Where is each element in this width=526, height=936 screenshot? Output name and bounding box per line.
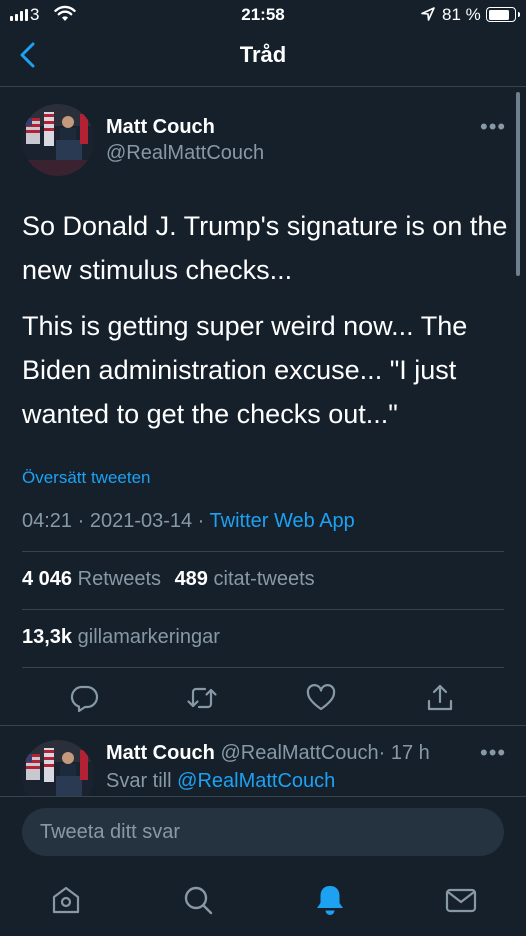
search-icon[interactable]: [180, 882, 216, 918]
more-options-icon[interactable]: •••: [480, 116, 506, 138]
tweet-timestamp: 04:21 · 2021-03-14 ·: [22, 510, 205, 532]
bell-icon[interactable]: [312, 882, 348, 918]
reply-author-handle[interactable]: @RealMattCouch: [220, 742, 378, 764]
page-title: Tråd: [239, 42, 287, 67]
avatar[interactable]: [22, 104, 94, 176]
scrollbar[interactable]: [516, 92, 520, 276]
quotes-count[interactable]: 489: [175, 568, 208, 590]
likes-count: 13,3k: [22, 626, 73, 648]
replying-to: Svar till @RealMattCouch: [106, 770, 335, 793]
reply-header: Matt Couch @RealMattCouch· 17 h: [106, 742, 430, 765]
author-name[interactable]: Matt Couch: [106, 116, 215, 139]
replying-to-handle[interactable]: @RealMattCouch: [177, 770, 335, 792]
tweet-source-link[interactable]: Twitter Web App: [210, 510, 355, 532]
location-arrow-icon: [420, 6, 436, 27]
retweets-count[interactable]: 4 046: [22, 568, 72, 590]
nav-divider: [0, 86, 526, 87]
retweets-label[interactable]: Retweets: [78, 568, 161, 590]
reply-input[interactable]: Tweeta ditt svar: [22, 808, 504, 856]
divider: [22, 551, 504, 552]
divider: [22, 609, 504, 610]
likes-stats[interactable]: 13,3k gillamarkeringar: [22, 626, 220, 649]
reply-icon[interactable]: [68, 682, 100, 714]
reply-age: · 17 h: [378, 742, 430, 764]
engagement-stats: 4 046 Retweets 489 citat-tweets: [22, 568, 315, 591]
likes-label: gillamarkeringar: [77, 626, 220, 648]
divider: [22, 667, 504, 668]
envelope-icon[interactable]: [443, 882, 479, 918]
replying-to-prefix: Svar till: [106, 770, 172, 792]
tweet-meta: 04:21 · 2021-03-14 · Twitter Web App: [22, 510, 355, 533]
status-bar: 3 21:58 81 %: [0, 0, 526, 30]
more-options-icon[interactable]: •••: [480, 742, 506, 764]
tweet-paragraph: This is getting super weird now... The B…: [22, 311, 468, 429]
translate-link[interactable]: Översätt tweeten: [22, 468, 151, 488]
reply-author-name[interactable]: Matt Couch: [106, 742, 215, 764]
battery-icon: [486, 7, 520, 22]
share-icon[interactable]: [424, 682, 456, 714]
retweet-icon[interactable]: [186, 682, 218, 714]
divider: [0, 725, 526, 726]
like-heart-icon[interactable]: [305, 682, 337, 714]
quotes-label[interactable]: citat-tweets: [214, 568, 315, 590]
author-handle[interactable]: @RealMattCouch: [106, 142, 264, 165]
battery-percent: 81 %: [442, 5, 481, 24]
tweet-paragraph: So Donald J. Trump's signature is on the…: [22, 211, 508, 285]
home-icon[interactable]: [48, 882, 84, 918]
